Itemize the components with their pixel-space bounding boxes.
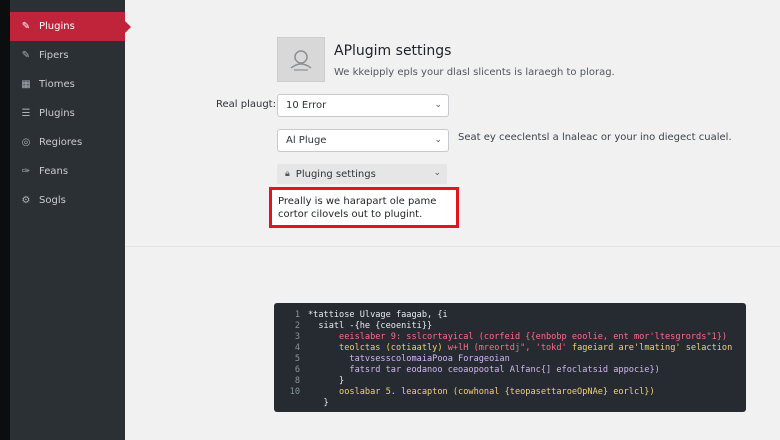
sidebar-item-label: Plugins	[39, 21, 75, 32]
code-line: 8 }	[274, 376, 746, 387]
code-token: eeislaber 9: sslcortayical (corfeid {{en…	[308, 332, 728, 342]
code-line: }	[274, 398, 746, 409]
code-token: w+lH (mreortdj", 'tokd'	[447, 343, 572, 353]
plugin-settings-button[interactable]: 🔒︎ Pluging settings ⌄	[277, 164, 447, 184]
notice-line-1: Preally is we harapart ole pame	[278, 196, 437, 207]
level-select[interactable]: 10 Error ⌄	[277, 94, 449, 117]
code-token: tatvsesscolomaiaPooa Forageoian	[308, 354, 510, 364]
code-text: *tattiose Ulvage faagab, {i	[308, 310, 448, 321]
chevron-down-icon: ⌄	[434, 135, 442, 145]
code-text: ooslabar 5. leacapton (cowhonal {teopase…	[308, 387, 655, 398]
code-token: fageiard are'lmating' selaction	[571, 343, 733, 353]
sidebar-item-2[interactable]: ▦ Tiomes	[10, 70, 125, 99]
chevron-down-icon: ⌄	[434, 100, 442, 110]
wrench-icon: ✑	[21, 166, 31, 177]
plugin-description: We kkeipply epls your dlasl slicents is …	[334, 67, 615, 78]
line-number: 5	[294, 354, 300, 364]
line-number: 8	[294, 376, 300, 386]
code-token: }	[308, 376, 345, 386]
code-line: 10 ooslabar 5. leacapton (cowhonal {teop…	[274, 387, 746, 398]
code-line: 5 tatvsesscolomaiaPooa Forageoian	[274, 354, 746, 365]
code-token: teolctas (cotiaatly)	[339, 343, 448, 353]
code-text: siatl -{he {ceoeniti}}	[308, 321, 432, 332]
highlighted-notice: Preally is we harapart ole pame cortor c…	[269, 187, 459, 228]
code-text: }	[308, 398, 329, 409]
chevron-down-icon: ⌄	[433, 168, 441, 178]
settings-icon: ⚙	[21, 195, 31, 206]
code-line: 4 teolctas (cotiaatly) w+lH (mreortdj", …	[274, 343, 746, 354]
list-icon: ☰	[21, 108, 31, 119]
themes-icon: ▦	[21, 79, 31, 90]
plug-icon: ✎	[21, 21, 31, 32]
sidebar-item-label: Feans	[39, 166, 69, 177]
main-content: APlugim settings We kkeipply epls your d…	[125, 0, 780, 440]
code-token: }	[308, 398, 329, 408]
sidebar-item-5[interactable]: ✑ Feans	[10, 157, 125, 186]
sidebar-item-1[interactable]: ✎ Fipers	[10, 41, 125, 70]
sidebar-menu: ✎ Plugins ✎ Fipers ▦ Tiomes ☰ Plugins ◎ Regiores ✑…	[10, 12, 131, 215]
sidebar-item-0[interactable]: ✎ Plugins	[10, 12, 131, 41]
plugin-settings-label: Pluging settings	[295, 168, 376, 180]
sidebar-item-label: Regiores	[39, 137, 83, 148]
code-token: fatsrd tar eodanoo ceoaopootal Alfanc{] …	[308, 365, 660, 375]
code-line: 1 *tattiose Ulvage faagab, {i	[274, 310, 746, 321]
line-number: 4	[294, 343, 300, 353]
code-block[interactable]: 1 *tattiose Ulvage faagab, {i 2 siatl -{he…	[274, 303, 746, 412]
code-text: }	[308, 376, 344, 387]
sidebar-item-label: Sogls	[39, 195, 66, 206]
field-label: Real plaugt:	[216, 99, 276, 110]
code-text: teolctas (cotiaatly) w+lH (mreortdj", 't…	[308, 343, 732, 354]
line-number: 3	[294, 332, 300, 342]
sidebar-item-6[interactable]: ⚙ Sogls	[10, 186, 125, 215]
field-help-text: Seat ey ceeclentsl a lnaleac or your ino…	[458, 132, 732, 143]
circle-icon: ◎	[21, 137, 31, 148]
sidebar-item-label: Fipers	[39, 50, 69, 61]
section-divider	[125, 246, 780, 247]
code-line: 3 eeislaber 9: sslcortayical (corfeid {{…	[274, 332, 746, 343]
code-text: fatsrd tar eodanoo ceoaopootal Alfanc{] …	[308, 365, 660, 376]
line-number: 10	[289, 387, 300, 397]
sidebar-item-3[interactable]: ☰ Plugins	[10, 99, 125, 128]
code-line: 2 siatl -{he {ceoeniti}}	[274, 321, 746, 332]
sidebar-item-label: Plugins	[39, 108, 75, 119]
plugin-image-icon	[290, 49, 312, 71]
code-token: *tattiose Ulvage faagab, {i	[308, 310, 448, 320]
sidebar-item-4[interactable]: ◎ Regiores	[10, 128, 125, 157]
code-line: 6 fatsrd tar eodanoo ceoaopootal Alfanc{…	[274, 365, 746, 376]
code-token: ooslabar 5. leacapton (cowhonal {teopase…	[308, 387, 655, 397]
lock-icon: 🔒︎	[285, 169, 290, 179]
line-number: 2	[294, 321, 300, 331]
code-text: tatvsesscolomaiaPooa Forageoian	[308, 354, 510, 365]
line-number: 1	[294, 310, 300, 320]
pen-icon: ✎	[21, 50, 31, 61]
plugin-select[interactable]: Al Pluge ⌄	[277, 129, 449, 152]
code-token: siatl -{he {ceoeniti}}	[308, 321, 433, 331]
page-title: APlugim settings	[334, 43, 452, 59]
notice-line-2: cortor cilovels out to plugint.	[278, 209, 423, 220]
admin-sidebar: ✎ Plugins ✎ Fipers ▦ Tiomes ☰ Plugins ◎ Regiores ✑…	[10, 0, 131, 440]
level-select-value: 10 Error	[286, 100, 327, 111]
sidebar-item-label: Tiomes	[39, 79, 75, 90]
code-text: eeislaber 9: sslcortayical (corfeid {{en…	[308, 332, 727, 343]
window-edge	[0, 0, 10, 440]
plugin-thumbnail	[277, 37, 325, 82]
plugin-select-value: Al Pluge	[286, 135, 327, 146]
code-lines: 1 *tattiose Ulvage faagab, {i 2 siatl -{he…	[274, 310, 746, 409]
line-number: 6	[294, 365, 300, 375]
